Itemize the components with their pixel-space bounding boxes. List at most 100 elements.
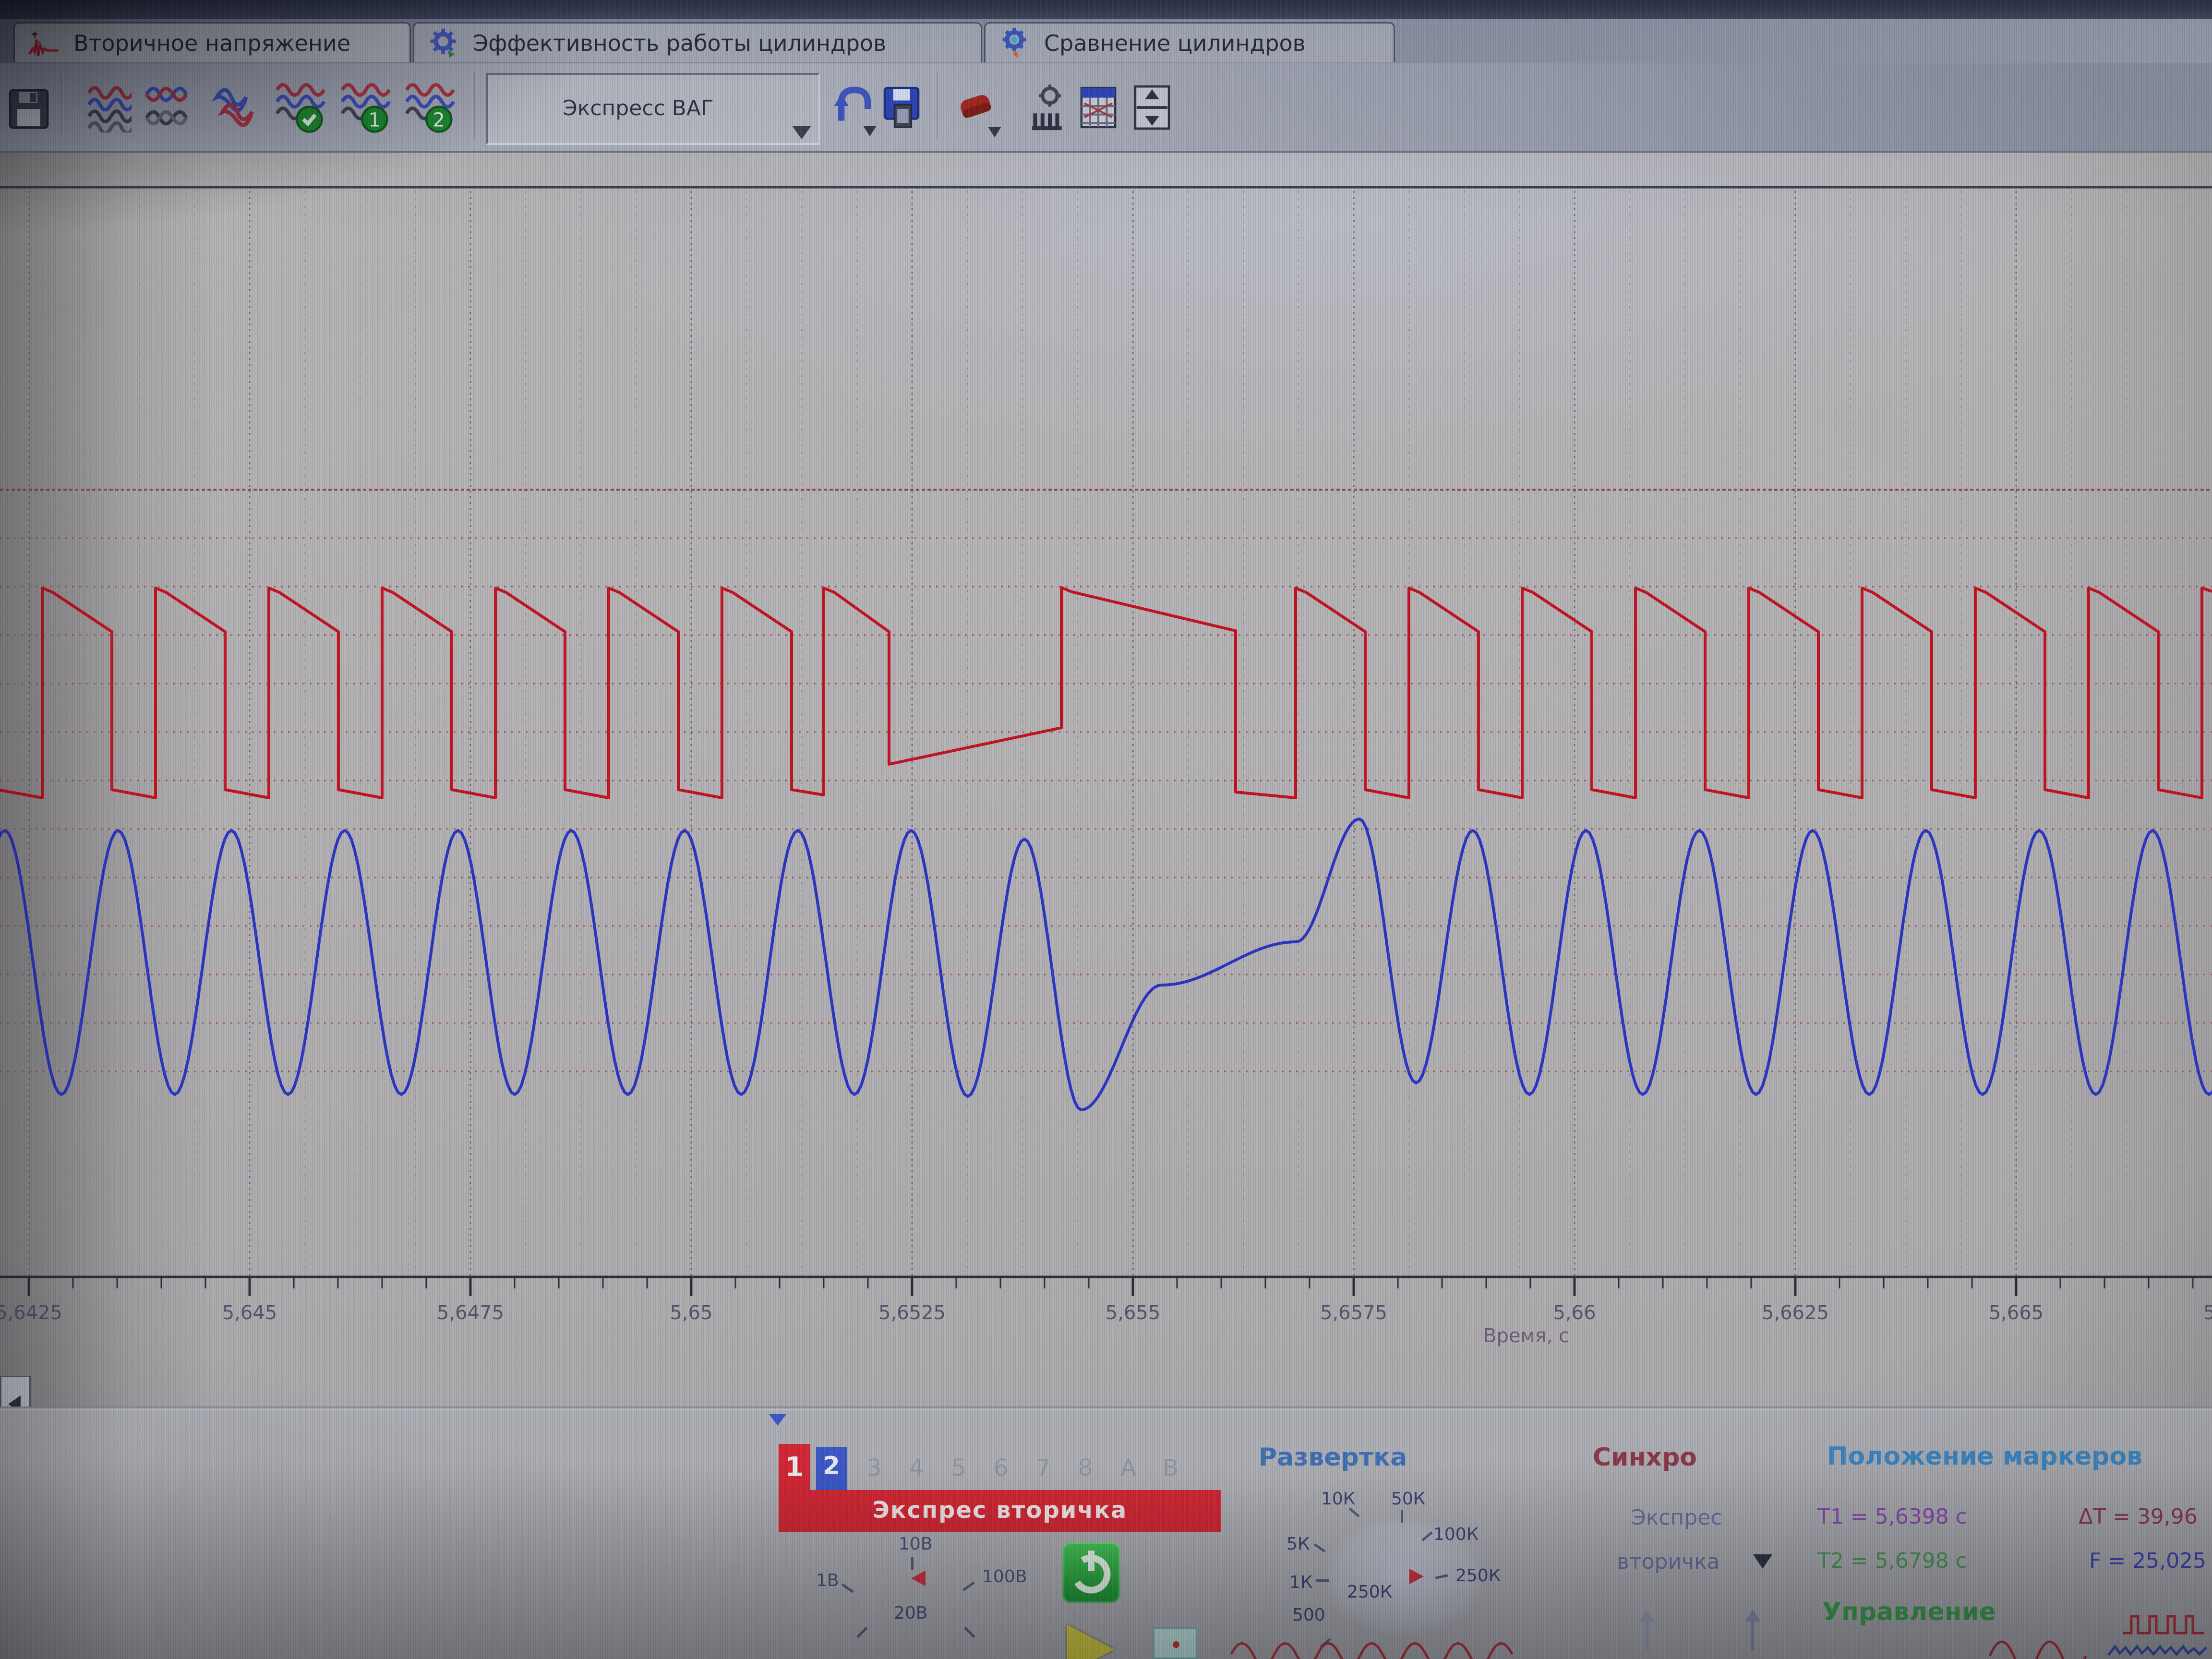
tab-secondary-voltage[interactable]: Вторичное напряжение [13,22,411,62]
tab-label: Сравнение цилиндров [1044,30,1306,56]
undo-button[interactable] [830,81,874,134]
cursor-marker-icon[interactable] [1630,1607,1664,1653]
oscilloscope-app-window: Вторичное напряжение Эффективность работ… [0,0,2212,1659]
combobox-dropdown-arrow-icon [792,126,811,139]
undo-arrow-icon [830,83,873,132]
sweep-option-50k[interactable]: 50К [1391,1489,1425,1509]
overlay-waveforms-button[interactable] [144,81,190,134]
channel-2-button[interactable]: 2 [816,1447,847,1492]
channel-B-button[interactable]: B [1163,1455,1178,1481]
gear-ruler-icon [1029,84,1068,132]
sweep-waveform-preview [1229,1630,1536,1659]
tab-cylinder-efficiency[interactable]: Эффективность работы цилиндров [413,22,982,62]
sweep-option-500[interactable]: 500 [1292,1605,1325,1625]
waveform-1-icon: 1 [341,81,391,134]
compare-channels-button[interactable] [206,81,262,134]
waveforms-icon [87,83,132,132]
x-tick-label: 5,6525 [878,1302,946,1324]
waveform-thumbnail-sine [1987,1631,2088,1659]
markers-section-heading: Положение маркеров [1827,1442,2142,1471]
active-preset-label: Экспрес вторичка [779,1497,1221,1524]
undo-dropdown-arrow-icon [863,126,877,136]
save-disk-button[interactable] [8,81,50,134]
toolbar-separator [474,72,476,139]
channel-8-button[interactable]: 8 [1078,1455,1093,1481]
record-button[interactable] [1153,1627,1197,1659]
sync-section-heading: Синхро [1593,1443,1697,1472]
sync-dropdown-arrow-icon[interactable] [1753,1554,1772,1569]
sweep-option-250k-left[interactable]: 250К [1347,1582,1392,1602]
sweep-dial-needle [1409,1569,1424,1584]
marker-delta-t-value: ΔT = 39,96 [2079,1504,2198,1529]
grid-window-icon [1080,86,1117,129]
preset-combobox[interactable]: Экспресс ВАГ [486,73,820,145]
x-tick-label: 5,665 [1989,1302,2044,1324]
trace-channel-1-red [0,588,2212,798]
sweep-option-5k[interactable]: 5К [1286,1534,1310,1554]
x-tick-label: 5,645 [222,1302,277,1324]
blue-floppy-icon [883,84,920,131]
x-tick-label: 5,6675 [2203,1302,2212,1324]
trace-channel-2-blue [0,819,2212,1110]
sync-source-line2[interactable]: вторичка [1617,1550,1720,1574]
tab-label: Вторичное напряжение [73,30,350,56]
tab-cylinder-comparison[interactable]: Сравнение цилиндров [984,22,1395,62]
sweep-option-100k[interactable]: 100К [1433,1525,1479,1544]
marker-frequency-value: F = 25,025 [2089,1549,2206,1573]
oscilloscope-plot-area[interactable]: 5,64255,6455,64755,655,65255,6555,65755,… [0,153,2212,1409]
eraser-dropdown-arrow-icon [988,127,1001,137]
volt-dial-option-100v[interactable]: 100В [982,1567,1027,1587]
channel-2-label: 2 [816,1452,847,1480]
volt-dial-option-1v[interactable]: 1В [816,1571,839,1590]
split-arrows-icon [1134,84,1170,131]
grid-settings-button[interactable] [1079,81,1118,134]
volt-dial-needle [911,1571,926,1586]
channel-A-button[interactable]: A [1120,1455,1136,1481]
x-tick-label: 5,6475 [437,1302,504,1324]
sweep-option-250k-right[interactable]: 250К [1455,1566,1501,1586]
waveform-2-icon: 2 [405,81,455,134]
power-button[interactable] [1062,1542,1120,1603]
record-dot-icon [1173,1641,1179,1648]
sweep-option-10k[interactable]: 10К [1321,1489,1355,1509]
channel-5-button[interactable]: 5 [951,1455,966,1481]
apply-check-button[interactable] [275,81,326,134]
channel-4-button[interactable]: 4 [909,1455,924,1481]
save-file-button[interactable] [882,81,921,134]
red-eraser-icon [954,85,997,130]
cursor-marker-icon[interactable] [1736,1607,1769,1653]
scale-settings-button[interactable] [1028,81,1069,134]
floppy-disk-icon [9,85,49,130]
x-tick-label: 5,6575 [1320,1302,1387,1324]
split-view-button[interactable] [1133,81,1171,134]
x-tick-label: 5,6625 [1762,1302,1829,1324]
waveform-thumbnail-blue [2107,1642,2212,1659]
marker-t1-value: T1 = 5,6398 с [1817,1504,1967,1529]
window-title-strip [0,0,2212,19]
volt-dial-option-20v[interactable]: 20В [894,1603,928,1623]
eraser-button[interactable] [953,81,998,134]
oscilloscope-chart: 5,64255,6455,64755,655,65255,6555,65755,… [0,153,2212,1409]
dial-tick [1316,1579,1329,1582]
toolbar-separator [937,72,939,139]
channel-7-button[interactable]: 7 [1036,1455,1051,1481]
x-tick-label: 5,65 [670,1302,712,1324]
panel-divider [0,1407,2212,1410]
show-all-waveforms-button[interactable] [86,81,132,134]
marker-t2-value: T2 = 5,6798 с [1817,1549,1967,1573]
volt-dial-option-10v[interactable]: 10В [899,1534,933,1554]
play-button[interactable] [1067,1624,1115,1659]
preset-1-button[interactable]: 1 [340,81,392,134]
red-waveform-icon [28,27,61,60]
panel-splitter-handle[interactable] [769,1414,786,1426]
sync-source-line1[interactable]: Экспрес [1631,1505,1722,1530]
sweep-option-1k[interactable]: 1К [1289,1573,1312,1592]
channel-3-button[interactable]: 3 [867,1455,882,1481]
preset-2-button[interactable]: 2 [404,81,456,134]
dial-tick [1401,1510,1403,1523]
power-icon [1062,1542,1120,1603]
dial-tick [911,1557,914,1570]
preset-combobox-value: Экспресс ВАГ [563,96,714,120]
channel-6-button[interactable]: 6 [994,1455,1009,1481]
tab-label: Эффективность работы цилиндров [473,30,886,56]
